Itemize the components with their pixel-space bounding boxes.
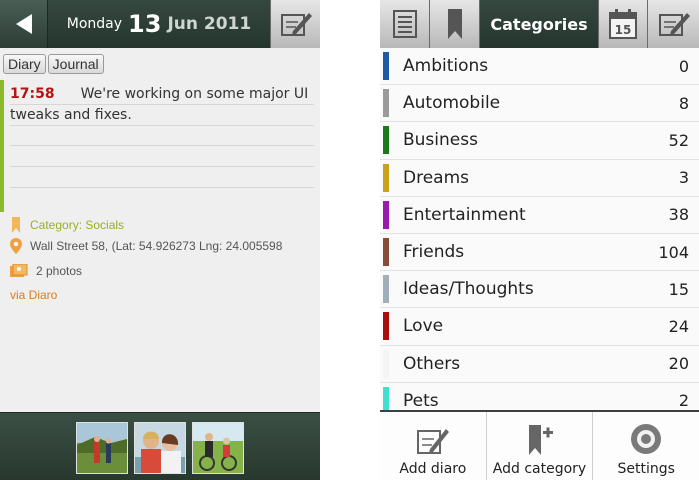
category-row-business[interactable]: Business 52	[380, 122, 699, 160]
photos-label: 2 photos	[36, 264, 83, 278]
add-category-icon	[528, 425, 553, 455]
category-count: 38	[668, 205, 689, 225]
category-row-automobile[interactable]: Automobile 8	[380, 85, 699, 123]
tag-diary[interactable]: Diary	[3, 54, 46, 74]
category-row-ideas-thoughts[interactable]: Ideas/Thoughts 15	[380, 271, 699, 309]
gear-icon	[631, 424, 662, 454]
categories-tab-button[interactable]	[430, 0, 480, 48]
edit-note-icon	[280, 13, 312, 36]
category-count: 15	[668, 279, 689, 299]
calendar-button[interactable]: 15	[598, 0, 648, 48]
category-name: Dreams	[403, 167, 469, 188]
day-of-week: Monday	[66, 16, 123, 32]
category-count: 104	[658, 242, 689, 262]
tag-journal[interactable]: Journal	[47, 54, 104, 74]
category-list: Ambitions 0 Automobile 8 Business 52 Dre…	[380, 48, 699, 420]
category-color	[383, 163, 389, 192]
category-count: 52	[668, 130, 689, 150]
add-diaro-label: Add diaro	[399, 461, 467, 477]
via-link[interactable]: via Diaro	[10, 288, 57, 302]
category-color	[383, 200, 389, 229]
tag-list: Diary Journal	[3, 54, 104, 74]
list-icon	[392, 10, 417, 38]
category-color	[383, 237, 389, 266]
categories-screen: Categories 15 Ambitions 0 Automobile 8 B…	[380, 0, 699, 480]
category-color	[383, 52, 389, 80]
photo-thumbnail[interactable]	[76, 422, 128, 474]
add-category-button[interactable]: Add category	[487, 412, 594, 480]
entry-location[interactable]: Wall Street 58, (Lat: 54.926273 Lng: 24.…	[10, 238, 282, 254]
list-view-button[interactable]	[380, 0, 430, 48]
bookmark-icon	[447, 9, 462, 39]
location-label: Wall Street 58, (Lat: 54.926273 Lng: 24.…	[30, 239, 283, 253]
page-title: Categories	[490, 14, 588, 34]
category-name: Ideas/Thoughts	[403, 279, 534, 300]
location-pin-icon	[10, 238, 22, 254]
bookmark-icon	[12, 217, 20, 233]
calendar-day: 15	[615, 23, 632, 37]
category-count: 20	[668, 354, 689, 374]
via-label: via Diaro	[10, 288, 58, 302]
line-rule	[10, 166, 314, 167]
category-row-dreams[interactable]: Dreams 3	[380, 160, 699, 197]
new-entry-button[interactable]	[648, 0, 699, 48]
entry-text: 17:58 We're working on some major UI twea…	[10, 84, 314, 126]
entry-photos[interactable]: 2 photos	[10, 264, 82, 278]
category-name: Others	[403, 353, 461, 374]
category-name: Automobile	[403, 93, 501, 114]
edit-entry-button[interactable]	[270, 0, 320, 48]
photo-thumbnail[interactable]	[134, 422, 186, 474]
entry-body[interactable]: 17:58 We're working on some major UI twea…	[0, 80, 320, 212]
month-year: Jun 2011	[167, 14, 252, 34]
entry-category[interactable]: Category: Socials	[10, 217, 124, 233]
category-count: 3	[678, 168, 689, 188]
category-row-friends[interactable]: Friends 104	[380, 234, 699, 272]
category-name: Business	[403, 130, 478, 151]
photos-icon	[10, 264, 28, 277]
photo-friends	[135, 423, 185, 473]
category-row-entertainment[interactable]: Entertainment 38	[380, 197, 699, 234]
day-number: 13	[128, 10, 162, 38]
category-count: 2	[678, 391, 689, 411]
category-color	[383, 89, 389, 118]
categories-toolbar: Categories 15	[380, 0, 699, 48]
category-name: Pets	[403, 390, 439, 411]
settings-button[interactable]: Settings	[593, 412, 699, 480]
category-row-love[interactable]: Love 24	[380, 308, 699, 346]
line-rule	[10, 145, 314, 146]
category-color	[383, 275, 389, 304]
photo-thumbnail[interactable]	[192, 422, 244, 474]
add-entry-icon	[416, 429, 449, 454]
edit-note-icon	[658, 13, 690, 36]
photo-strip	[0, 412, 320, 480]
category-row-others[interactable]: Others 20	[380, 346, 699, 383]
photo-cyclists	[193, 423, 243, 473]
category-count: 8	[678, 93, 689, 113]
photo-hikers	[77, 423, 127, 473]
category-color	[383, 349, 389, 378]
category-count: 24	[668, 316, 689, 336]
category-label: Category: Socials	[30, 218, 125, 232]
category-color-bar	[0, 80, 4, 212]
entry-date[interactable]: Monday 13 Jun 2011	[50, 0, 268, 48]
entry-time: 17:58	[10, 86, 55, 102]
settings-label: Settings	[617, 461, 675, 477]
line-rule	[10, 187, 314, 188]
add-diaro-button[interactable]: Add diaro	[380, 412, 487, 480]
category-name: Entertainment	[403, 204, 526, 225]
options-menu: Add diaro Add category Settings	[380, 410, 699, 480]
back-button[interactable]	[0, 0, 48, 48]
category-color	[383, 312, 389, 341]
category-name: Friends	[403, 242, 465, 263]
category-name: Love	[403, 316, 444, 337]
back-arrow-icon	[15, 14, 32, 34]
calendar-icon: 15	[609, 9, 637, 39]
category-row-ambitions[interactable]: Ambitions 0	[380, 48, 699, 86]
add-category-label: Add category	[492, 461, 587, 477]
entry-screen: Monday 13 Jun 2011 Diary Journal 17:58 W…	[0, 0, 320, 480]
category-color	[383, 126, 389, 155]
category-count: 0	[678, 56, 689, 76]
category-name: Ambitions	[403, 56, 489, 77]
entry-toolbar: Monday 13 Jun 2011	[0, 0, 320, 48]
